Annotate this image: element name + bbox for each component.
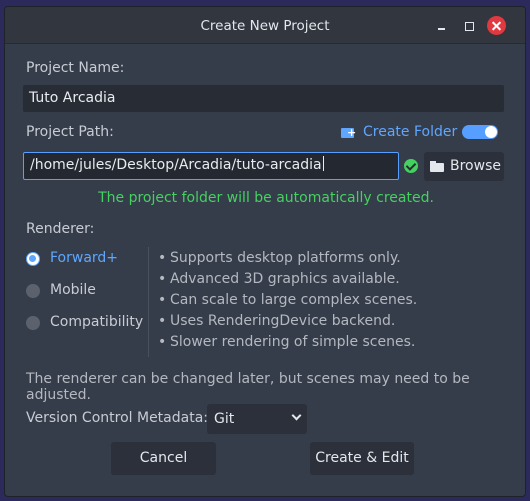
project-name-input[interactable]: Tuto Arcadia [23,85,504,112]
feature-item: • Uses RenderingDevice backend. [158,313,396,329]
vcs-selected-value: Git [214,411,235,427]
renderer-feature-list: • Supports desktop platforms only. • Advan… [158,250,417,355]
create-project-dialog: Create New Project Project Name: Tuto Ar… [4,6,526,497]
project-path-label: Project Path: [26,124,114,140]
renderer-note: The renderer can be changed later, but s… [26,371,470,403]
feature-item: • Can scale to large complex scenes. [158,292,418,308]
valid-check-icon [404,159,418,173]
renderer-divider [148,247,149,357]
create-folder-toggle[interactable] [462,125,498,139]
renderer-option-label: Mobile [50,282,96,298]
renderer-option-label: Compatibility [50,314,144,330]
maximize-icon[interactable] [460,17,478,35]
text-caret [322,156,324,171]
cancel-button[interactable]: Cancel [111,442,216,475]
folder-icon [430,161,444,172]
create-folder-icon [341,126,356,139]
renderer-label: Renderer: [26,221,95,237]
vcs-label: Version Control Metadata: [26,410,208,426]
feature-item: • Supports desktop platforms only. [158,250,401,266]
feature-item: • Slower rendering of simple scenes. [158,334,416,350]
project-name-label: Project Name: [26,60,125,76]
create-folder-label[interactable]: Create Folder [363,124,457,140]
title-bar: Create New Project [5,7,525,44]
renderer-option-label: Forward+ [50,250,119,266]
radio-selected-icon [26,252,40,266]
radio-unselected-icon [26,316,40,330]
minimize-icon[interactable] [433,17,451,35]
radio-unselected-icon [26,284,40,298]
browse-button[interactable]: Browse [424,152,504,181]
chevron-down-icon [291,410,302,421]
project-path-value: /home/jules/Desktop/Arcadia/tuto-arcadia [30,157,322,173]
vcs-select[interactable]: Git [207,404,307,434]
browse-button-label: Browse [450,158,501,174]
path-status-message: The project folder will be automatically… [98,190,434,206]
create-and-edit-button[interactable]: Create & Edit [310,442,414,475]
close-icon[interactable] [487,16,506,35]
project-path-input[interactable]: /home/jules/Desktop/Arcadia/tuto-arcadia [23,152,399,180]
feature-item: • Advanced 3D graphics available. [158,271,400,287]
